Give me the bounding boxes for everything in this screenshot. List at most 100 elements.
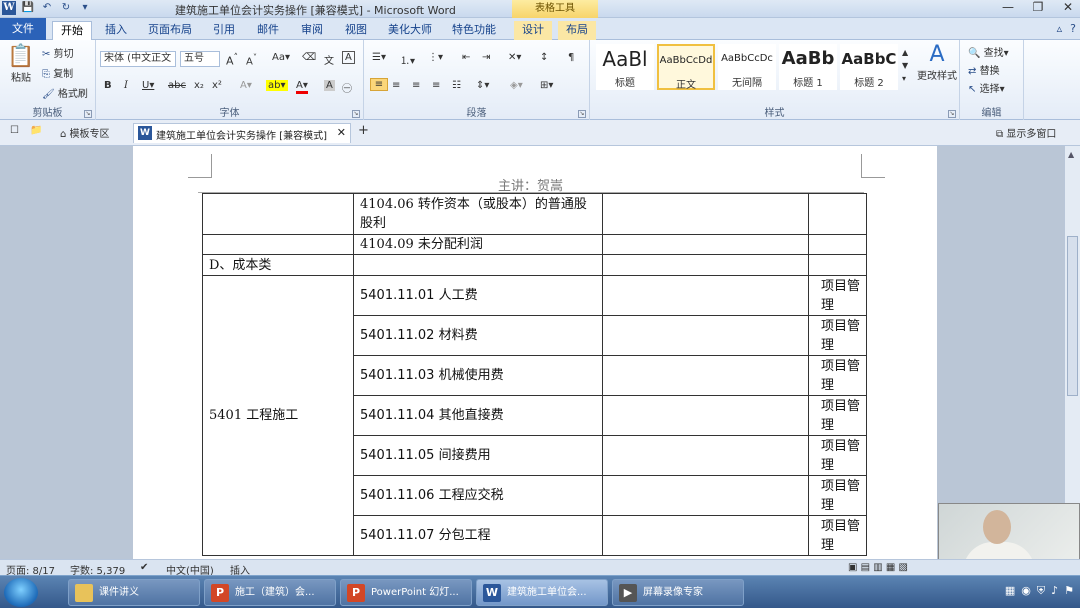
text-effects-icon[interactable]: A▾ [240, 80, 252, 91]
enclose-char-icon[interactable]: ㊀ [342, 80, 352, 95]
redo-icon[interactable]: ↻ [59, 1, 73, 15]
scroll-thumb[interactable] [1067, 236, 1078, 396]
borders-icon[interactable]: ⊞▾ [540, 80, 553, 91]
tab-file[interactable]: 文件 [0, 18, 46, 40]
help-icon[interactable]: ? [1070, 22, 1076, 35]
paragraph-launcher-icon[interactable]: ↘ [578, 110, 586, 118]
tab-beautify[interactable]: 美化大师 [384, 21, 436, 40]
sort-icon[interactable]: ↕ [540, 52, 548, 63]
table-cell[interactable]: 项目管理 [808, 395, 867, 436]
tab-design[interactable]: 设计 [514, 21, 552, 40]
table-cell[interactable] [808, 193, 867, 235]
table-cell[interactable]: 项目管理 [808, 355, 867, 396]
grow-font-button[interactable]: A˄ [226, 52, 238, 68]
change-case-button[interactable]: Aa▾ [272, 52, 290, 63]
minimize-ribbon-icon[interactable]: ▵ [1057, 22, 1063, 35]
table-cell[interactable] [602, 193, 809, 235]
shading-icon[interactable]: ◈▾ [510, 80, 523, 91]
shield-icon[interactable]: ⛨ [1037, 584, 1045, 598]
table-cell[interactable] [602, 275, 809, 316]
phonetic-guide-icon[interactable]: 文 [324, 52, 334, 67]
taskbar-item-word[interactable]: W 建筑施工单位会... [476, 579, 608, 606]
table-cell[interactable] [602, 315, 809, 356]
table-cell[interactable] [602, 395, 809, 436]
table-cell[interactable]: 5401.11.07 分包工程 [353, 515, 603, 556]
table-cell[interactable]: 5401.11.05 间接费用 [353, 435, 603, 476]
tab-insert[interactable]: 插入 [98, 21, 134, 40]
document-tab[interactable]: W 建筑施工单位会计实务操作 [兼容模式] ✕ [133, 123, 351, 143]
select-button[interactable]: ↖ 选择▾ [968, 80, 1005, 95]
multi-window-button[interactable]: ⧉ 显示多窗口 [996, 125, 1056, 140]
table-cell[interactable] [602, 355, 809, 396]
highlight-icon[interactable]: ab▾ [266, 80, 288, 91]
table-cell[interactable]: D、成本类 [202, 254, 354, 276]
shrink-font-button[interactable]: A˅ [246, 52, 257, 67]
table-cell[interactable] [808, 254, 867, 276]
justify-icon[interactable]: ≡ [432, 80, 440, 91]
close-tab-icon[interactable]: ✕ [337, 126, 346, 139]
taskbar-item-ppt-1[interactable]: P 施工（建筑）会... [204, 579, 336, 606]
group-label-cell[interactable]: 5401 工程施工 [202, 275, 354, 556]
subscript-button[interactable]: x₂ [194, 80, 204, 91]
style-no-spacing[interactable]: AaBbCcDc 无间隔 [718, 44, 776, 90]
table-cell[interactable]: 5401.11.02 材料费 [353, 315, 603, 356]
font-color-icon[interactable]: A▾ [296, 80, 308, 94]
chinese-layout-icon[interactable]: ✕▾ [508, 52, 521, 63]
taskbar-item-ppt-2[interactable]: P PowerPoint 幻灯... [340, 579, 472, 606]
table-cell[interactable]: 5401.11.03 机械使用费 [353, 355, 603, 396]
char-border-icon[interactable]: A [342, 51, 355, 64]
table-cell[interactable]: 4104.06 转作资本（或股本）的普通股股利 [353, 193, 603, 235]
format-painter-button[interactable]: 🖌 格式刷 [42, 85, 88, 100]
font-name-select[interactable]: 宋体 (中文正文 [100, 51, 176, 67]
table-cell[interactable] [602, 475, 809, 516]
table-cell[interactable]: 项目管理 [808, 515, 867, 556]
italic-button[interactable]: I [124, 80, 128, 91]
table-cell[interactable]: 项目管理 [808, 475, 867, 516]
new-tab-icon[interactable]: + [358, 123, 369, 138]
bullets-icon[interactable]: ☰▾ [372, 52, 386, 63]
table-cell[interactable]: 5401.11.04 其他直接费 [353, 395, 603, 436]
distributed-icon[interactable]: ☷ [452, 80, 461, 91]
strikethrough-button[interactable]: abc [168, 80, 186, 91]
table-cell[interactable]: 4104.09 未分配利润 [353, 234, 603, 255]
proofing-icon[interactable]: ✔ [140, 562, 148, 573]
table-cell[interactable] [202, 193, 354, 235]
align-right-icon[interactable]: ≡ [412, 80, 420, 91]
bold-button[interactable]: B [104, 80, 112, 91]
cut-button[interactable]: ✂ 剪切 [42, 45, 74, 60]
table-cell[interactable]: 5401.11.01 人工费 [353, 275, 603, 316]
styles-launcher-icon[interactable]: ↘ [948, 110, 956, 118]
replace-button[interactable]: ⇄ 替换 [968, 62, 1000, 77]
table-cell[interactable] [602, 234, 809, 255]
vertical-scrollbar[interactable]: ▲ [1064, 146, 1080, 559]
sidebar-toggle-icon[interactable]: ☐ [10, 125, 19, 136]
numbering-icon[interactable]: ⒈▾ [400, 52, 415, 67]
style-title[interactable]: AaBl 标题 [596, 44, 654, 90]
copy-button[interactable]: ⎘ 复制 [42, 65, 73, 80]
view-buttons[interactable]: ▣ ▤ ▥ ▦ ▧ [848, 562, 908, 573]
save-icon[interactable]: 💾 [21, 1, 35, 15]
styles-scroll-icon[interactable]: ▲ ▼ ▾ [902, 46, 908, 85]
paste-button[interactable]: 📋 粘贴 [6, 44, 36, 84]
table-cell[interactable] [202, 234, 354, 255]
style-heading-2[interactable]: AaBbC 标题 2 [840, 44, 898, 90]
align-left-icon[interactable]: ≡ [370, 78, 388, 91]
tab-references[interactable]: 引用 [206, 21, 242, 40]
table-cell[interactable] [353, 254, 603, 276]
tab-mailings[interactable]: 邮件 [250, 21, 286, 40]
style-heading-1[interactable]: AaBb 标题 1 [779, 44, 837, 90]
table-cell[interactable]: 5401.11.06 工程应交税 [353, 475, 603, 516]
decrease-indent-icon[interactable]: ⇤ [462, 52, 470, 63]
tab-features[interactable]: 特色功能 [448, 21, 500, 40]
find-button[interactable]: 🔍 查找▾ [968, 44, 1009, 59]
tab-view[interactable]: 视图 [338, 21, 374, 40]
customize-qat-icon[interactable]: ▾ [78, 1, 92, 15]
line-spacing-icon[interactable]: ⇕▾ [476, 80, 489, 91]
tab-layout[interactable]: 布局 [558, 21, 596, 40]
word-app-icon[interactable]: W [2, 1, 16, 15]
clear-format-icon[interactable]: ⌫ [302, 52, 316, 63]
scroll-up-icon[interactable]: ▲ [1068, 150, 1074, 159]
underline-button[interactable]: U▾ [142, 80, 154, 91]
start-button[interactable] [4, 578, 38, 607]
restore-icon[interactable]: ❐ [1030, 0, 1046, 14]
